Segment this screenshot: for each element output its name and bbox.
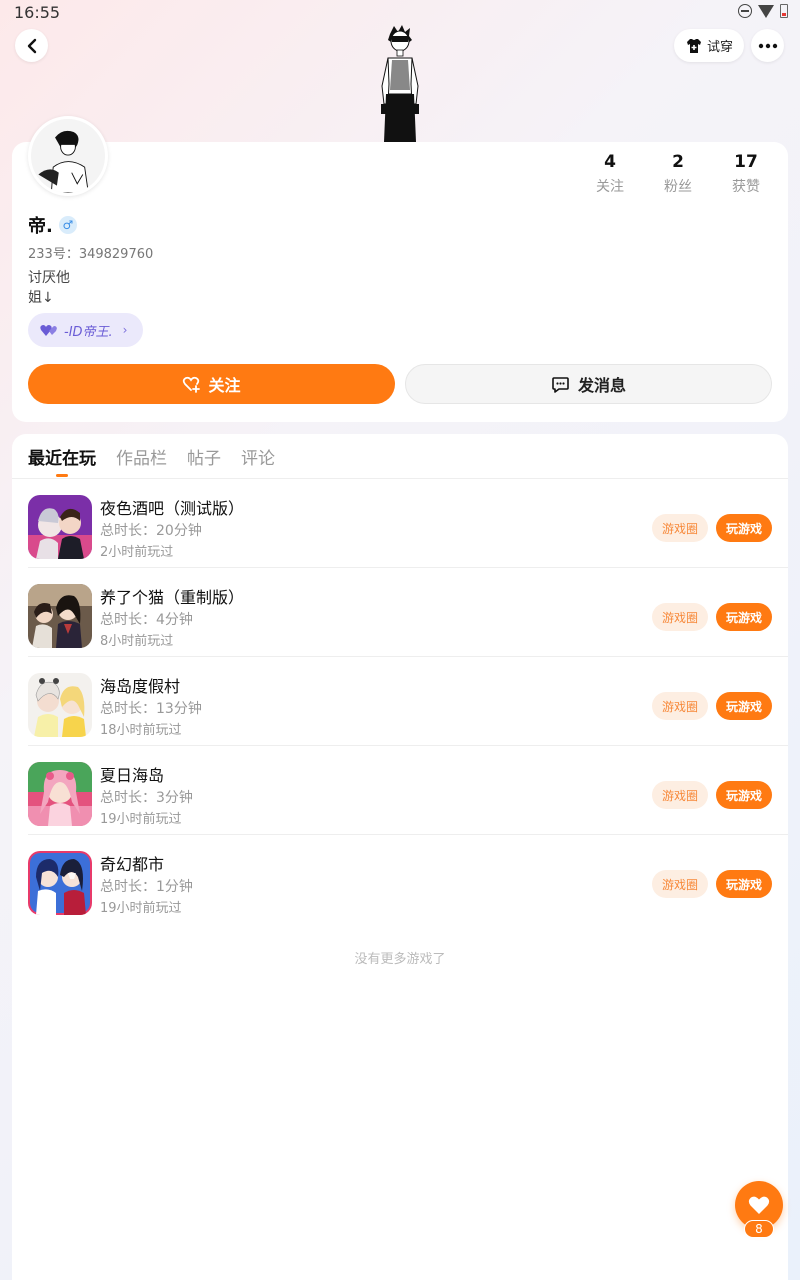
relationship-tag[interactable]: -ID帝王. › [28,313,143,347]
send-message-label: 发消息 [577,376,626,395]
tab-posts[interactable]: 帖子 [187,444,221,474]
heart-plus-icon [183,376,201,393]
follow-label: 关注 [208,376,241,395]
game-icon [28,851,92,915]
username-text: 帝. [28,216,53,237]
avatar-image [31,119,105,193]
heart-icon [748,1196,770,1214]
game-duration: 总时长：1分钟 [100,879,193,895]
back-arrow-icon [27,38,36,53]
game-list-item[interactable]: 夏日海岛 总时长：3分钟 19小时前玩过 游戏圈 玩游戏 [12,746,788,835]
game-last-played: 19小时前玩过 [100,812,182,827]
game-circle-button[interactable]: 游戏圈 [652,514,708,542]
character-avatar-image [381,25,419,142]
chat-bubble-icon [552,376,569,393]
game-title: 夏日海岛 [100,766,165,785]
play-game-button[interactable]: 玩游戏 [716,692,772,720]
game-title: 夜色酒吧（测试版） [100,499,245,518]
user-id: 233号：349829760 [28,247,154,262]
game-circle-button[interactable]: 游戏圈 [652,870,708,898]
bio-line: 姐↓ [28,290,54,306]
like-count-badge: 8 [744,1220,774,1238]
stat-likes[interactable]: 17 获赞 [712,152,780,196]
double-heart-icon [40,325,57,336]
game-last-played: 8小时前玩过 [100,634,174,649]
game-list-item[interactable]: 海岛度假村 总时长：13分钟 18小时前玩过 游戏圈 玩游戏 [12,657,788,746]
more-options-button[interactable] [751,29,784,62]
game-last-played: 19小时前玩过 [100,901,182,916]
wifi-icon [758,4,774,18]
username: 帝. ♂ [28,212,77,238]
chevron-right-icon: › [122,323,128,337]
tab-recently-played[interactable]: 最近在玩 [28,444,96,477]
tshirt-icon [686,38,701,53]
game-title: 海岛度假村 [100,677,181,696]
no-more-games-text: 没有更多游戏了 [354,952,446,967]
profile-stats: 4 关注 2 粉丝 17 获赞 [576,152,780,196]
profile-tabs: 最近在玩 作品栏 帖子 评论 [28,444,275,477]
game-last-played: 2小时前玩过 [100,545,174,560]
try-on-label: 试穿 [706,40,733,55]
do-not-disturb-icon [738,4,752,18]
follow-button[interactable]: 关注 [28,364,395,404]
game-duration: 总时长：4分钟 [100,612,193,628]
game-list-item[interactable]: 养了个猫（重制版） 总时长：4分钟 8小时前玩过 游戏圈 玩游戏 [12,568,788,657]
tag-label: -ID帝王. [64,324,113,340]
game-duration: 总时长：3分钟 [100,790,193,806]
stat-following[interactable]: 4 关注 [576,152,644,196]
game-circle-button[interactable]: 游戏圈 [652,781,708,809]
game-icon [28,762,92,826]
battery-icon [780,4,788,18]
play-game-button[interactable]: 玩游戏 [716,781,772,809]
game-title: 养了个猫（重制版） [100,588,245,607]
game-icon [28,673,92,737]
stat-label: 关注 [596,179,624,195]
game-duration: 总时长：20分钟 [100,523,202,539]
try-on-button[interactable]: 试穿 [674,29,744,62]
avatar[interactable] [28,116,108,196]
game-duration: 总时长：13分钟 [100,701,202,717]
play-game-button[interactable]: 玩游戏 [716,514,772,542]
stat-label: 粉丝 [664,179,692,195]
status-icons [738,4,788,18]
status-bar: 16:55 [0,0,800,24]
more-dots-icon [758,43,777,48]
status-time: 16:55 [14,3,61,22]
game-circle-button[interactable]: 游戏圈 [652,692,708,720]
play-game-button[interactable]: 玩游戏 [716,603,772,631]
stat-label: 获赞 [732,179,760,195]
stat-value: 2 [672,152,684,172]
game-list-item[interactable]: 夜色酒吧（测试版） 总时长：20分钟 2小时前玩过 游戏圈 玩游戏 [12,479,788,568]
bio: 讨厌他 姐↓ [28,268,70,308]
tab-works[interactable]: 作品栏 [116,444,167,474]
play-game-button[interactable]: 玩游戏 [716,870,772,898]
game-icon [28,584,92,648]
male-icon: ♂ [58,216,77,234]
back-button[interactable] [15,29,48,62]
stat-value: 17 [734,152,758,172]
game-icon [28,495,92,559]
game-circle-button[interactable]: 游戏圈 [652,603,708,631]
tab-comments[interactable]: 评论 [241,444,275,474]
send-message-button[interactable]: 发消息 [405,364,772,404]
stat-value: 4 [604,152,616,172]
game-last-played: 18小时前玩过 [100,723,182,738]
game-title: 奇幻都市 [100,855,165,874]
stat-fans[interactable]: 2 粉丝 [644,152,712,196]
game-list-item[interactable]: 奇幻都市 总时长：1分钟 19小时前玩过 游戏圈 玩游戏 [12,835,788,924]
bio-line: 讨厌他 [28,270,70,286]
